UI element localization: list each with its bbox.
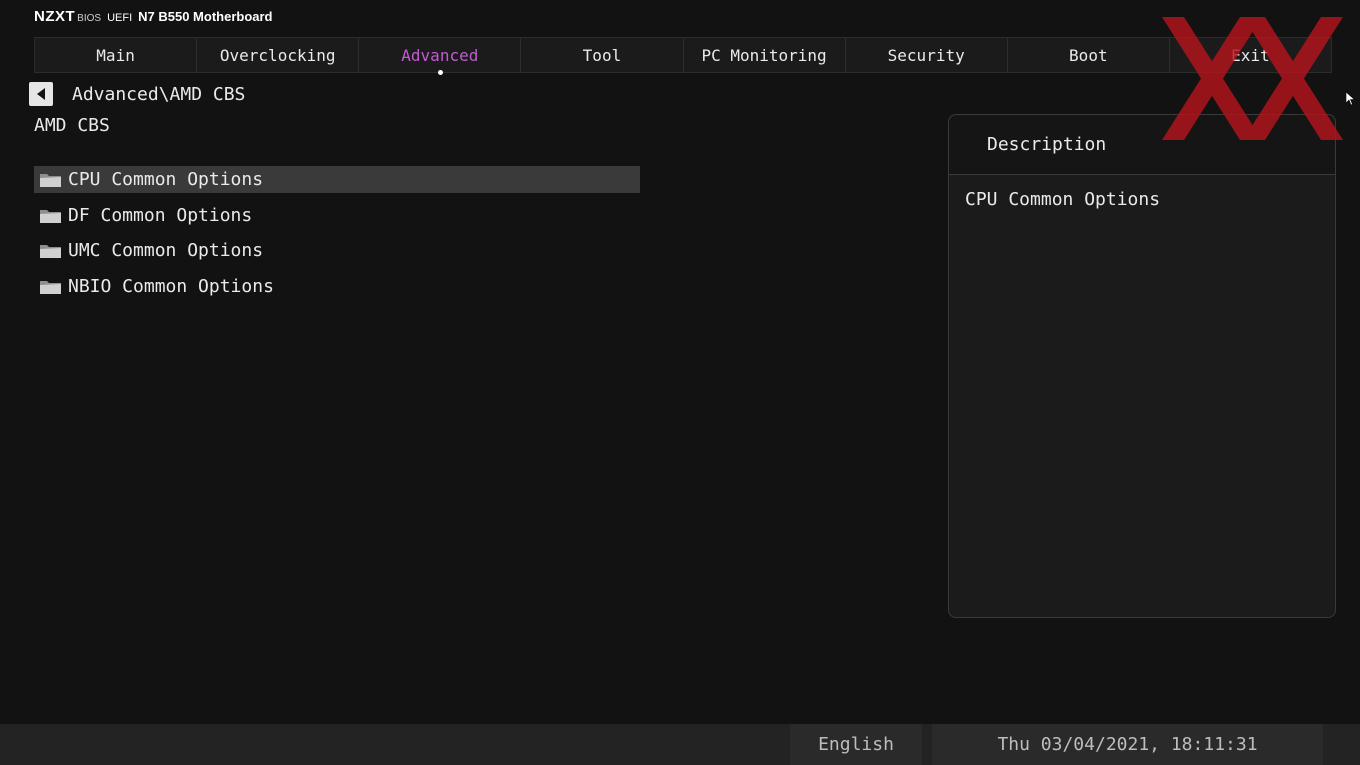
page-title: AMD CBS [34, 115, 110, 136]
language-selector[interactable]: English [790, 724, 922, 765]
menu-item-label: UMC Common Options [68, 240, 264, 261]
folder-icon [40, 245, 61, 258]
tab-exit[interactable]: Exit [1170, 38, 1331, 72]
menu-item-nbio-common-options[interactable]: NBIO Common Options [34, 273, 640, 300]
menu-item-label: NBIO Common Options [68, 275, 274, 297]
submenu-list: CPU Common Options DF Common Options UMC… [34, 166, 640, 308]
triangle-left-icon [37, 88, 45, 100]
tab-main[interactable]: Main [35, 38, 198, 72]
breadcrumb: Advanced\AMD CBS [72, 84, 246, 105]
mouse-cursor-icon [1346, 92, 1355, 106]
menu-item-df-common-options[interactable]: DF Common Options [34, 202, 640, 229]
tab-pc-monitoring[interactable]: PC Monitoring [684, 38, 846, 72]
folder-icon [40, 280, 61, 294]
tab-tool[interactable]: Tool [521, 38, 684, 72]
menu-item-label: CPU Common Options [68, 169, 264, 190]
folder-icon [40, 209, 61, 223]
description-header: Description [949, 115, 1335, 175]
brand-header: NZXT BIOS UEFI N7 B550 Motherboard [34, 8, 273, 25]
menu-item-umc-common-options[interactable]: UMC Common Options [34, 237, 640, 264]
back-button[interactable] [29, 82, 53, 106]
description-panel: Description CPU Common Options [948, 114, 1336, 618]
folder-icon [40, 174, 61, 187]
tab-advanced[interactable]: Advanced [359, 38, 522, 75]
menu-item-label: DF Common Options [68, 204, 253, 226]
menu-item-cpu-common-options[interactable]: CPU Common Options [34, 166, 640, 193]
description-text: CPU Common Options [965, 189, 1161, 210]
brand-logo: NZXT [34, 8, 76, 25]
motherboard-model: N7 B550 Motherboard [138, 9, 273, 24]
tab-security[interactable]: Security [846, 38, 1008, 72]
brand-uefi-label: UEFI [107, 12, 133, 24]
tab-overclocking[interactable]: Overclocking [197, 38, 360, 72]
main-tab-bar: Main Overclocking Advanced Tool PC Monit… [34, 37, 1332, 75]
status-bar: English Thu 03/04/2021, 18:11:31 [0, 724, 1360, 765]
tab-boot[interactable]: Boot [1008, 38, 1170, 72]
brand-bios-label: BIOS [77, 13, 102, 24]
datetime-display: Thu 03/04/2021, 18:11:31 [932, 724, 1323, 765]
